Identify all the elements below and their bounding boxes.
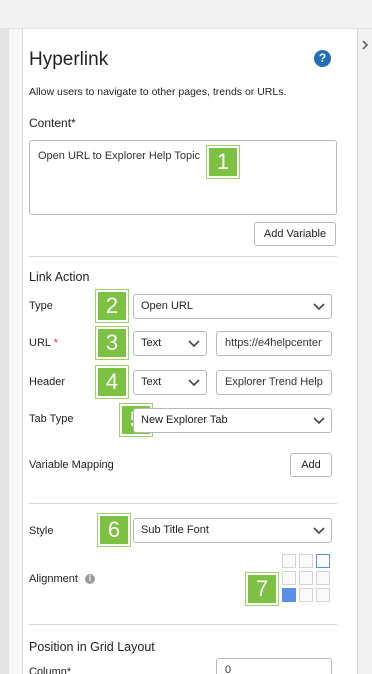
- left-panel-edge: [9, 29, 23, 674]
- url-label: URL *: [29, 337, 58, 349]
- callout-badge-4: 4: [96, 366, 128, 398]
- tab-type-label: Tab Type: [29, 413, 74, 425]
- align-top-left[interactable]: [282, 554, 296, 568]
- chevron-down-icon: [313, 303, 325, 311]
- add-variable-button[interactable]: Add Variable: [254, 222, 336, 246]
- callout-badge-7: 7: [246, 573, 278, 605]
- callout-badge-3: 3: [96, 327, 128, 359]
- variable-mapping-label: Variable Mapping: [29, 459, 114, 471]
- top-bar: [0, 0, 372, 29]
- position-heading: Position in Grid Layout: [29, 640, 155, 654]
- url-mode-select[interactable]: Text: [133, 331, 207, 356]
- type-label: Type: [29, 300, 53, 312]
- content-textarea[interactable]: Open URL to Explorer Help Topic: [29, 140, 337, 215]
- tab-type-value: New Explorer Tab: [141, 414, 228, 426]
- chevron-right-icon[interactable]: [360, 40, 370, 50]
- callout-badge-2: 2: [96, 290, 128, 322]
- type-select-value: Open URL: [141, 300, 193, 312]
- link-action-heading: Link Action: [29, 270, 90, 284]
- divider: [29, 624, 337, 625]
- alignment-label: Alignment: [29, 573, 78, 585]
- align-bottom-center[interactable]: [299, 588, 313, 602]
- chevron-down-icon: [188, 379, 200, 387]
- style-select[interactable]: Sub Title Font: [133, 518, 332, 543]
- column-input[interactable]: 0: [216, 658, 332, 674]
- url-input[interactable]: https://e4helpcenter: [216, 331, 332, 356]
- right-panel-strip[interactable]: [357, 29, 372, 674]
- info-circle-icon: i: [85, 574, 95, 584]
- column-label: Column*: [29, 666, 72, 674]
- chevron-down-icon: [188, 340, 200, 348]
- callout-badge-1: 1: [207, 146, 239, 178]
- callout-badge-6: 6: [98, 514, 130, 546]
- style-select-value: Sub Title Font: [141, 524, 209, 536]
- header-input[interactable]: Explorer Trend Help: [216, 370, 332, 395]
- header-mode-value: Text: [141, 376, 162, 388]
- content-text: Open URL to Explorer Help Topic: [38, 150, 201, 162]
- add-mapping-button[interactable]: Add: [290, 453, 332, 477]
- chevron-down-icon: [313, 527, 325, 535]
- left-scroll-strip: [0, 29, 9, 674]
- chevron-down-icon: [313, 417, 325, 425]
- divider: [29, 256, 337, 257]
- align-top-center[interactable]: [299, 554, 313, 568]
- header-label: Header: [29, 376, 66, 388]
- align-bottom-right[interactable]: [316, 588, 330, 602]
- style-label: Style: [29, 525, 54, 537]
- url-mode-value: Text: [141, 337, 162, 349]
- question-circle-icon[interactable]: ?: [314, 50, 331, 67]
- panel-title: Hyperlink: [29, 49, 109, 70]
- align-top-right[interactable]: [316, 554, 330, 568]
- panel-description: Allow users to navigate to other pages, …: [29, 86, 287, 98]
- divider: [29, 503, 337, 504]
- type-select[interactable]: Open URL: [133, 294, 332, 319]
- align-middle-center[interactable]: [299, 571, 313, 585]
- alignment-grid: [282, 554, 332, 604]
- align-bottom-left[interactable]: [282, 588, 296, 602]
- align-middle-left[interactable]: [282, 571, 296, 585]
- align-middle-right[interactable]: [316, 571, 330, 585]
- header-mode-select[interactable]: Text: [133, 370, 207, 395]
- content-label: Content*: [29, 116, 76, 130]
- tab-type-select[interactable]: New Explorer Tab: [133, 408, 332, 433]
